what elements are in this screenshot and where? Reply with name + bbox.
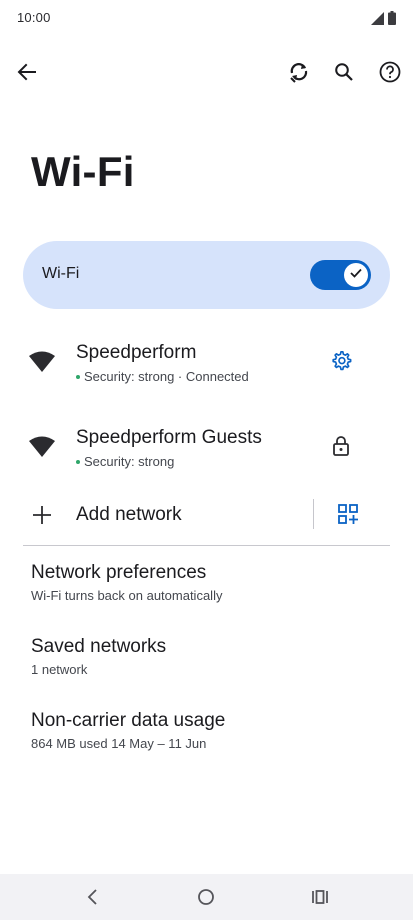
nav-recents-icon[interactable] bbox=[305, 883, 335, 911]
network-item-speedperform[interactable]: Speedperform Security: strong · Connecte… bbox=[0, 331, 413, 395]
network-status: Security: strong bbox=[76, 454, 174, 469]
signal-icon bbox=[371, 11, 384, 30]
non-carrier-data-usage-item[interactable]: Non-carrier data usage 864 MB used 14 Ma… bbox=[0, 708, 413, 764]
wifi-settings-screen: 10:00 Wi-Fi Wi-Fi Speedperform Security:… bbox=[0, 0, 413, 920]
setting-subtitle: 1 network bbox=[31, 662, 88, 677]
add-network-button[interactable]: Add network bbox=[0, 493, 300, 537]
add-network-label: Add network bbox=[76, 504, 182, 525]
status-dot-icon bbox=[76, 374, 80, 379]
add-network-row: Add network bbox=[0, 493, 413, 537]
plus-icon bbox=[31, 504, 53, 526]
check-icon bbox=[349, 266, 363, 285]
setting-title: Non-carrier data usage bbox=[31, 710, 226, 731]
network-name: Speedperform Guests bbox=[76, 427, 262, 448]
toggle-knob bbox=[344, 263, 368, 287]
status-icons bbox=[371, 11, 396, 30]
network-item-speedperform-guests[interactable]: Speedperform Guests Security: strong bbox=[0, 416, 413, 480]
qr-code-scan-icon[interactable] bbox=[334, 500, 362, 528]
network-status-text: Security: strong bbox=[84, 454, 175, 469]
wifi-signal-icon bbox=[29, 351, 55, 373]
network-status: Security: strong · Connected bbox=[76, 369, 249, 384]
gear-icon[interactable] bbox=[325, 345, 357, 377]
wifi-master-switch-card[interactable]: Wi-Fi bbox=[23, 241, 390, 309]
status-dot-icon bbox=[76, 459, 80, 464]
status-bar: 10:00 bbox=[0, 0, 413, 36]
nav-home-icon[interactable] bbox=[191, 883, 221, 911]
setting-title: Saved networks bbox=[31, 636, 167, 657]
network-name: Speedperform bbox=[76, 342, 197, 363]
help-icon[interactable] bbox=[372, 54, 408, 90]
top-app-bar bbox=[0, 48, 413, 96]
nav-back-icon[interactable] bbox=[78, 883, 108, 911]
network-preferences-item[interactable]: Network preferences Wi-Fi turns back on … bbox=[0, 560, 413, 616]
system-nav-bar bbox=[0, 874, 413, 920]
lock-icon bbox=[325, 430, 357, 462]
search-icon[interactable] bbox=[326, 54, 362, 90]
wifi-signal-icon bbox=[29, 436, 55, 458]
setting-subtitle: 864 MB used 14 May – 11 Jun bbox=[31, 736, 207, 751]
back-arrow-icon[interactable] bbox=[9, 54, 45, 90]
setting-title: Network preferences bbox=[31, 562, 207, 583]
setting-subtitle: Wi-Fi turns back on automatically bbox=[31, 588, 223, 603]
horizontal-divider bbox=[23, 545, 390, 546]
saved-networks-item[interactable]: Saved networks 1 network bbox=[0, 634, 413, 690]
sync-icon[interactable] bbox=[281, 54, 317, 90]
wifi-master-label: Wi-Fi bbox=[42, 265, 80, 282]
battery-icon bbox=[388, 11, 396, 30]
page-title: Wi-Fi bbox=[31, 148, 135, 195]
network-status-text: Security: strong · Connected bbox=[84, 369, 249, 384]
status-time: 10:00 bbox=[17, 10, 51, 25]
wifi-toggle-switch[interactable] bbox=[310, 260, 371, 290]
vertical-divider bbox=[313, 499, 314, 529]
